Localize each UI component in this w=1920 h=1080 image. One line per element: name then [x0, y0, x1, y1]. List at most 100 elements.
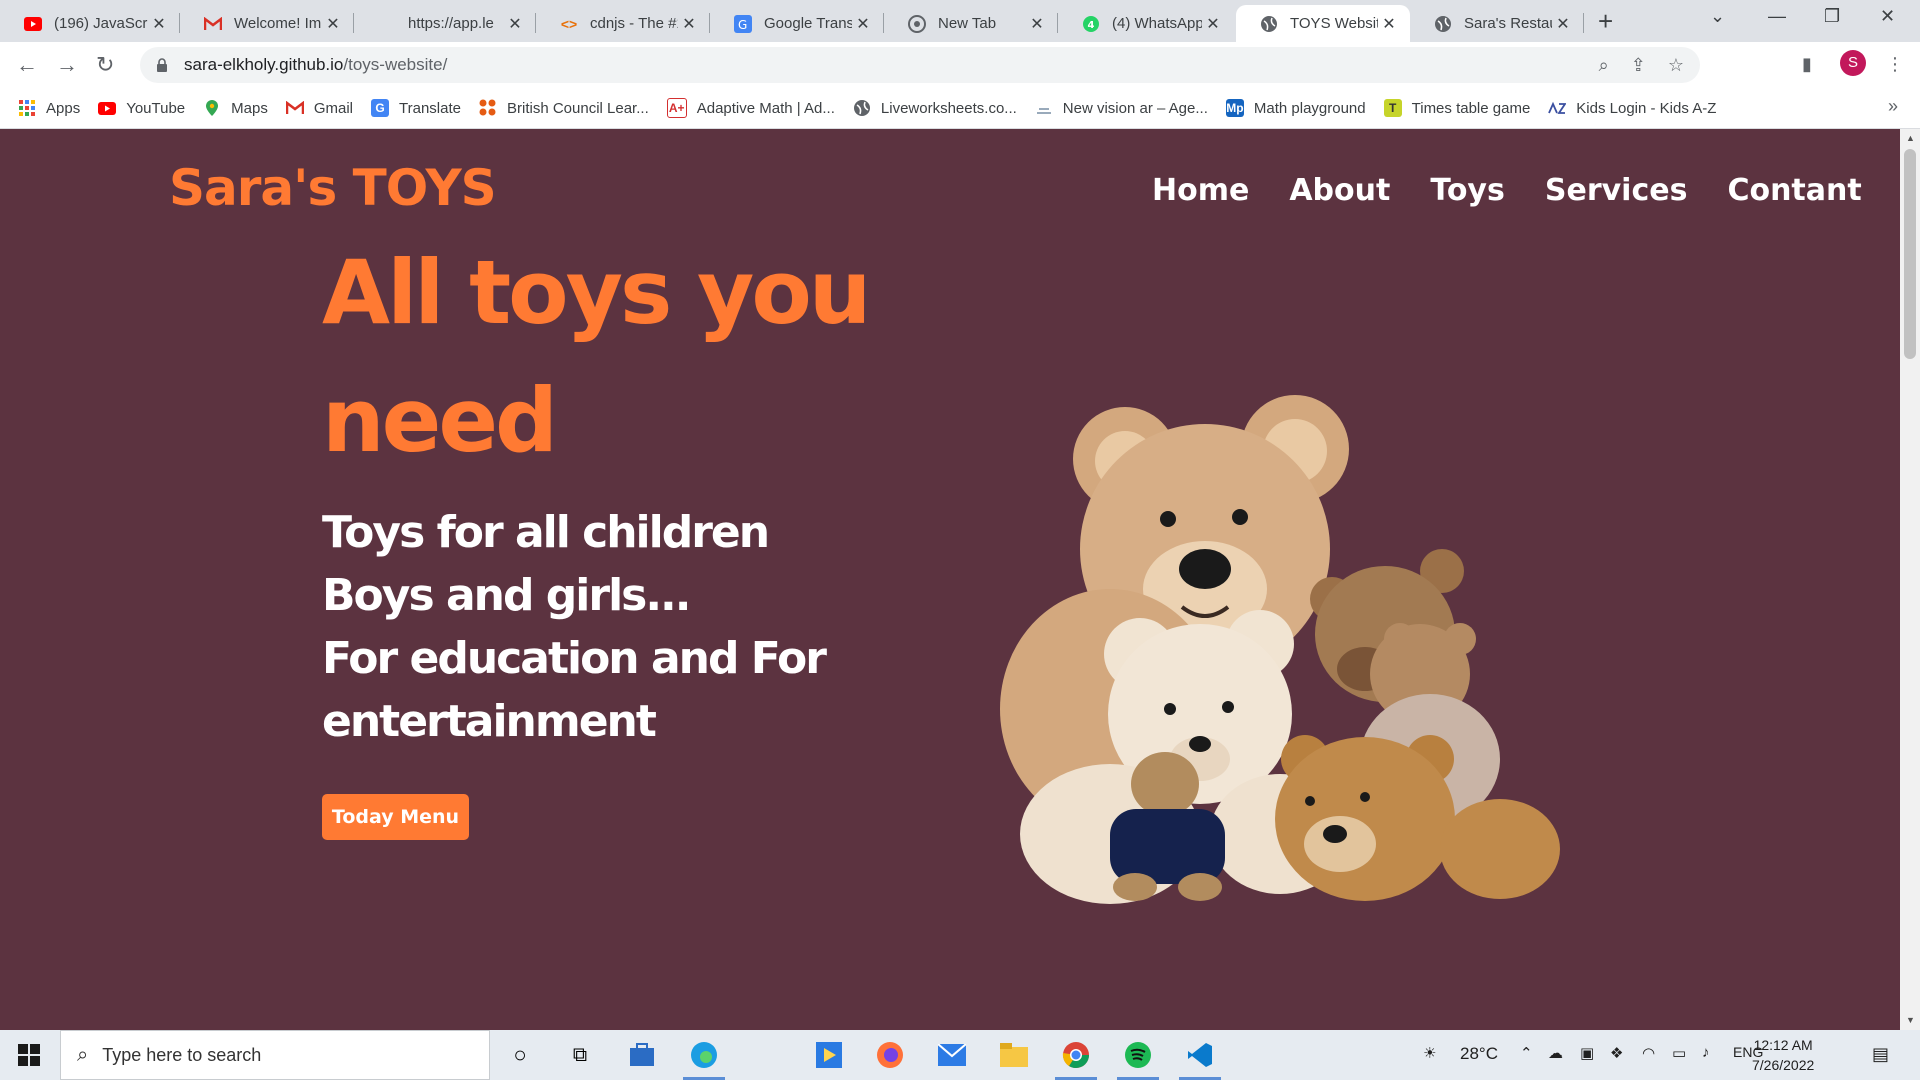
gmail-icon: [285, 99, 304, 117]
youtube-icon: [24, 15, 42, 33]
close-icon[interactable]: ✕: [1202, 14, 1224, 34]
apps-grid-icon: [18, 99, 36, 117]
back-arrow-icon[interactable]: ←: [16, 52, 38, 78]
bookmarks-bar: Apps YouTube Maps Gmail G Translate Briti…: [0, 88, 1920, 129]
more-bookmarks-icon[interactable]: »: [1888, 96, 1898, 117]
mail-icon[interactable]: [935, 1038, 969, 1072]
menu-kebab-icon[interactable]: ⋮: [1886, 54, 1904, 75]
address-bar[interactable]: sara-elkholy.github.io/toys-website/ ⌕ ⇪…: [140, 47, 1700, 83]
bookmark-gmail[interactable]: Gmail: [285, 99, 353, 117]
tab-google-translate[interactable]: G Google Transl ✕: [710, 5, 884, 42]
chrome-icon[interactable]: [1055, 1038, 1097, 1080]
file-explorer-icon[interactable]: [997, 1038, 1031, 1072]
vscode-icon[interactable]: [1179, 1038, 1221, 1080]
scroll-thumb[interactable]: [1904, 149, 1916, 359]
adaptive-math-icon: A+: [666, 98, 687, 118]
bookmark-star-icon[interactable]: ☆: [1668, 55, 1684, 76]
url-text: sara-elkholy.github.io/toys-website/: [184, 55, 448, 74]
onedrive-icon[interactable]: ☁: [1548, 1044, 1563, 1062]
weather-icon[interactable]: ☀: [1423, 1044, 1436, 1062]
tab-cdnjs[interactable]: <> cdnjs - The #1 ✕: [536, 5, 710, 42]
math-playground-icon: Mp: [1225, 99, 1244, 117]
new-tab-button[interactable]: +: [1598, 6, 1613, 37]
tab-title: https://app.le: [408, 15, 494, 32]
close-icon[interactable]: ✕: [678, 14, 700, 34]
bookmark-translate[interactable]: G Translate: [371, 99, 461, 117]
nav-home[interactable]: Home: [1152, 173, 1249, 208]
windows-start-icon[interactable]: [18, 1044, 40, 1066]
british-council-icon: [479, 99, 497, 117]
close-icon[interactable]: ✕: [1026, 14, 1048, 34]
whatsapp-icon: 4: [1082, 15, 1100, 33]
nav-services[interactable]: Services: [1545, 173, 1688, 208]
scroll-down-icon[interactable]: ▼: [1906, 1015, 1915, 1025]
bookmark-times-table[interactable]: T Times table game: [1383, 99, 1530, 117]
battery-icon[interactable]: ▭: [1672, 1044, 1686, 1062]
new-vision-icon: [1035, 99, 1053, 117]
restore-icon[interactable]: ❐: [1824, 6, 1840, 27]
device-icon[interactable]: ▣: [1580, 1044, 1594, 1062]
microsoft-store-icon[interactable]: [625, 1038, 659, 1072]
zoom-icon[interactable]: ⌕: [1599, 55, 1609, 76]
notifications-icon[interactable]: ▤: [1872, 1044, 1889, 1065]
taskbar-search-input[interactable]: ⌕ Type here to search: [60, 1030, 490, 1080]
bookmark-liveworksheets[interactable]: Liveworksheets.co...: [853, 99, 1017, 117]
scroll-up-icon[interactable]: ▲: [1906, 133, 1915, 143]
avatar[interactable]: S: [1840, 50, 1866, 76]
firefox-icon[interactable]: [873, 1038, 907, 1072]
chevron-up-icon[interactable]: ⌃: [1520, 1044, 1533, 1062]
dropbox-icon[interactable]: ❖: [1610, 1044, 1623, 1062]
page-scrollbar[interactable]: ▲ ▼: [1900, 129, 1920, 1030]
bookmark-math-playground[interactable]: Mp Math playground: [1225, 99, 1366, 117]
chrome-icon: [908, 14, 926, 33]
bookmark-apps[interactable]: Apps: [18, 99, 80, 117]
side-panel-icon[interactable]: ▮: [1802, 54, 1812, 75]
tab-title: (4) WhatsApp: [1112, 15, 1202, 32]
nav-contact[interactable]: Contant: [1727, 173, 1861, 208]
tab-toys-website[interactable]: TOYS Website ✕: [1236, 5, 1410, 42]
bookmark-maps[interactable]: Maps: [203, 99, 268, 117]
minimize-icon[interactable]: —: [1768, 6, 1786, 27]
bookmark-british-council[interactable]: British Council Lear...: [479, 99, 649, 117]
share-icon[interactable]: ⇪: [1631, 55, 1646, 76]
media-player-icon[interactable]: [812, 1038, 846, 1072]
task-view-icon[interactable]: ⧉: [563, 1038, 597, 1072]
tab-new-tab[interactable]: New Tab ✕: [884, 5, 1058, 42]
times-table-icon: T: [1383, 99, 1402, 117]
weather-temp[interactable]: 28°C: [1460, 1044, 1498, 1064]
tab-whatsapp[interactable]: 4 (4) WhatsApp ✕: [1058, 5, 1234, 42]
close-icon[interactable]: ✕: [1552, 14, 1574, 34]
tab-search-chevron-icon[interactable]: ⌄: [1710, 6, 1725, 27]
nav-toys[interactable]: Toys: [1430, 173, 1505, 208]
bookmark-new-vision[interactable]: New vision ar – Age...: [1035, 99, 1208, 117]
close-icon[interactable]: ✕: [1378, 14, 1400, 34]
globe-icon: [1434, 15, 1452, 33]
close-icon[interactable]: ✕: [852, 14, 874, 34]
tab-app-le[interactable]: https://app.le ✕: [354, 5, 536, 42]
tab-saras-restaurant[interactable]: Sara's Restaur ✕: [1410, 5, 1584, 42]
nav-about[interactable]: About: [1289, 173, 1390, 208]
tab-gmail[interactable]: Welcome! Imp ✕: [180, 5, 354, 42]
close-icon[interactable]: ✕: [322, 14, 344, 34]
spotify-icon[interactable]: [1117, 1038, 1159, 1080]
lock-icon[interactable]: [154, 57, 170, 73]
bookmark-youtube[interactable]: YouTube: [98, 99, 185, 117]
cortana-icon[interactable]: ○: [503, 1038, 537, 1072]
maps-icon: [203, 99, 221, 117]
taskbar-clock[interactable]: 12:12 AM 7/26/2022: [1752, 1035, 1814, 1075]
forward-arrow-icon[interactable]: →: [56, 52, 78, 78]
volume-icon[interactable]: ♪: [1702, 1044, 1710, 1061]
today-menu-button[interactable]: Today Menu: [322, 794, 469, 840]
bookmark-kids-az[interactable]: Kids Login - Kids A-Z: [1548, 99, 1716, 117]
edge-icon[interactable]: [683, 1038, 725, 1080]
wifi-icon[interactable]: ◠: [1642, 1044, 1655, 1062]
teddy-bears-image: [1000, 395, 1560, 904]
window-close-icon[interactable]: ✕: [1880, 6, 1895, 27]
tab-title: (196) JavaScrip: [54, 15, 148, 32]
bookmark-adaptive-math[interactable]: A+ Adaptive Math | Ad...: [666, 98, 835, 118]
close-icon[interactable]: ✕: [504, 14, 526, 34]
close-icon[interactable]: ✕: [148, 14, 170, 34]
tab-youtube[interactable]: (196) JavaScrip ✕: [0, 5, 180, 42]
site-logo[interactable]: Sara's TOYS: [169, 159, 497, 217]
reload-icon[interactable]: ↻: [96, 52, 114, 78]
